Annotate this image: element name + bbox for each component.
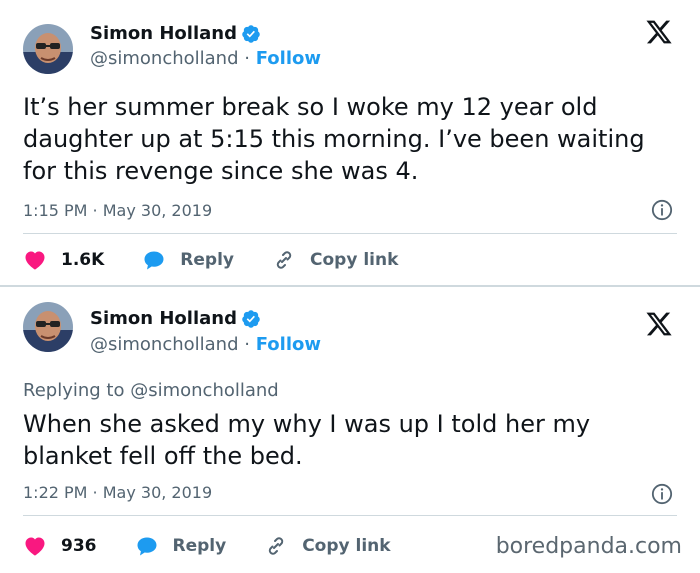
reply-button[interactable]: Reply xyxy=(142,248,234,272)
like-button[interactable]: 936 xyxy=(23,534,97,558)
reply-label: Reply xyxy=(180,250,234,270)
author-name[interactable]: Simon Holland xyxy=(90,307,237,331)
replying-to: Replying to @simoncholland xyxy=(23,379,279,403)
handle-separator: · xyxy=(244,334,256,355)
author-name[interactable]: Simon Holland xyxy=(90,22,237,46)
avatar[interactable] xyxy=(23,24,73,74)
heart-icon xyxy=(25,537,45,556)
reply-button[interactable]: Reply xyxy=(135,534,227,558)
author-row: Simon Holland xyxy=(90,307,261,331)
link-icon xyxy=(269,537,284,555)
author-row: Simon Holland xyxy=(90,22,261,46)
x-logo-icon[interactable] xyxy=(645,18,673,46)
handle-row: @simoncholland · Follow xyxy=(90,333,321,357)
info-icon[interactable] xyxy=(651,199,673,221)
info-icon[interactable] xyxy=(651,483,673,505)
replying-to-mention[interactable]: @simoncholland xyxy=(130,380,279,401)
action-bar: 1.6K Reply Copy link xyxy=(23,248,436,272)
tweet-timestamp[interactable]: 1:22 PM · May 30, 2019 xyxy=(23,483,212,503)
like-count: 936 xyxy=(61,536,97,556)
heart-icon xyxy=(25,251,45,270)
link-icon xyxy=(276,251,292,269)
copy-link-button[interactable]: Copy link xyxy=(272,248,398,272)
x-logo-icon[interactable] xyxy=(645,310,673,338)
copy-link-label: Copy link xyxy=(310,250,399,270)
author-handle[interactable]: @simoncholland xyxy=(90,334,239,355)
tweet-card-1: Simon Holland @simoncholland · Follow It… xyxy=(0,0,700,285)
reply-bubble-icon xyxy=(137,537,156,556)
tweet-card-2: Simon Holland @simoncholland · Follow Re… xyxy=(0,286,700,573)
handle-row: @simoncholland · Follow xyxy=(90,47,321,71)
reply-label: Reply xyxy=(172,536,227,556)
tweet-text: When she asked my why I was up I told he… xyxy=(23,410,591,470)
copy-link-button[interactable]: Copy link xyxy=(264,534,391,558)
follow-link[interactable]: Follow xyxy=(256,334,321,355)
action-bar: 936 Reply Copy link xyxy=(23,534,429,558)
verified-badge-icon xyxy=(242,25,260,43)
avatar[interactable] xyxy=(23,302,73,352)
divider xyxy=(23,515,677,516)
divider xyxy=(23,233,677,234)
like-count: 1.6K xyxy=(61,250,105,270)
replying-to-prefix: Replying to xyxy=(23,380,125,401)
like-button[interactable]: 1.6K xyxy=(23,248,104,272)
author-handle[interactable]: @simoncholland xyxy=(90,48,239,69)
tweet-timestamp[interactable]: 1:15 PM · May 30, 2019 xyxy=(23,201,212,221)
tweet-text: It’s her summer break so I woke my 12 ye… xyxy=(23,93,645,185)
verified-badge-icon xyxy=(242,310,260,328)
watermark: boredpanda.com xyxy=(495,534,682,559)
copy-link-label: Copy link xyxy=(302,536,391,556)
follow-link[interactable]: Follow xyxy=(256,48,321,69)
handle-separator: · xyxy=(244,48,256,69)
reply-bubble-icon xyxy=(144,251,164,270)
